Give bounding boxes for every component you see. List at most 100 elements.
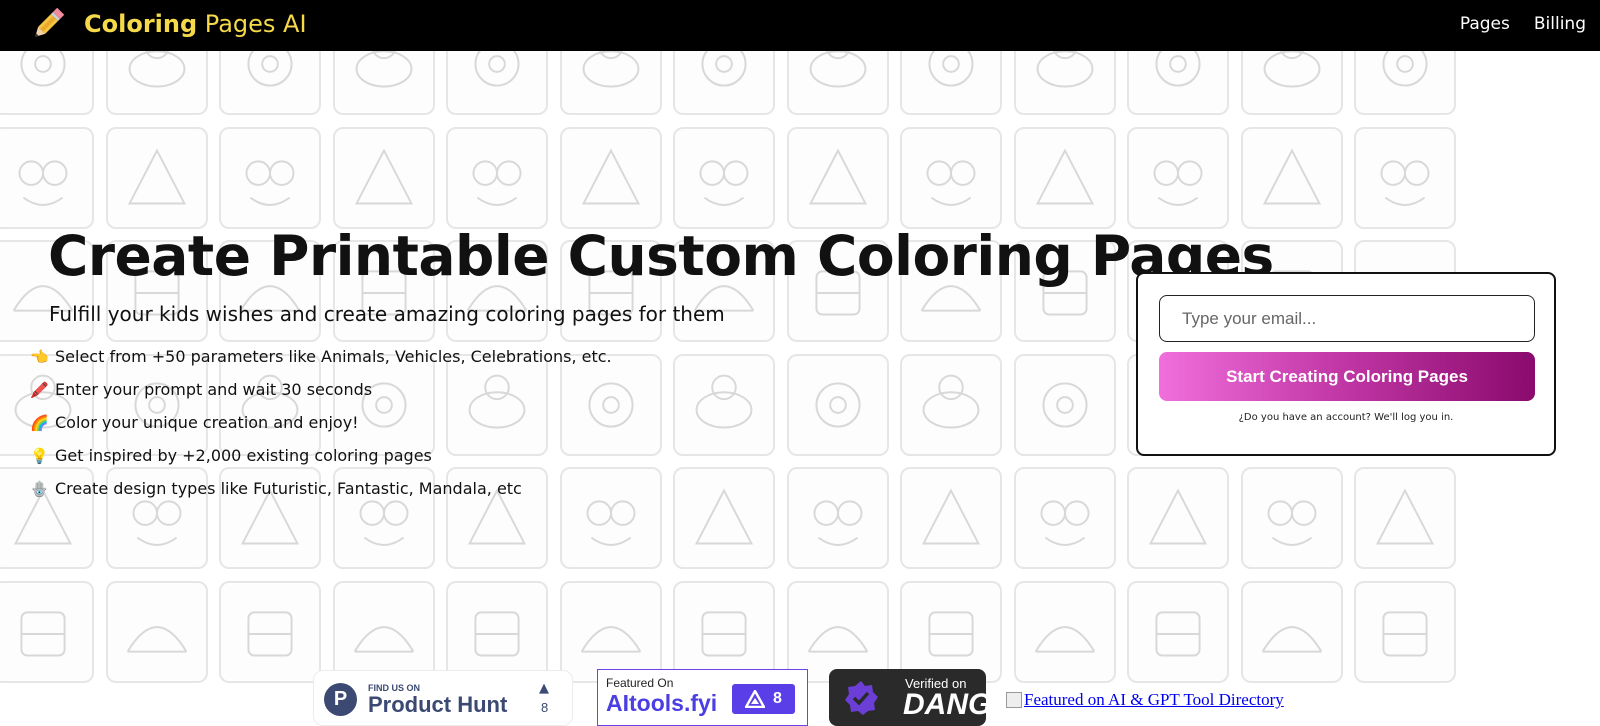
coloring-page-thumbnail	[786, 580, 889, 683]
line-art-illustration	[247, 610, 293, 656]
broken-image-icon	[1006, 692, 1022, 708]
brand-name[interactable]: Coloring Pages AI	[84, 10, 307, 38]
upvote-triangle-icon: ▲	[539, 681, 549, 696]
gpt-directory-badge: Featured on AI & GPT Tool Directory	[1006, 690, 1284, 710]
line-art-illustration	[18, 159, 68, 206]
line-art-illustration	[1263, 51, 1320, 88]
aitools-badge[interactable]: Featured On AItools.fyi 8	[597, 669, 808, 726]
coloring-page-thumbnail	[332, 51, 435, 115]
main-nav: Pages Billing	[1460, 14, 1586, 34]
product-hunt-badge[interactable]: P FIND US ON Product Hunt ▲ 8	[313, 670, 573, 726]
coloring-page-thumbnail	[105, 580, 208, 683]
feature-text: Color your unique creation and enjoy!	[55, 413, 359, 432]
coloring-page-thumbnail	[900, 126, 1002, 229]
coloring-page-thumbnail	[1127, 51, 1229, 115]
coloring-page-thumbnail	[786, 353, 889, 456]
coloring-page-thumbnail	[0, 126, 94, 229]
nav-link-billing[interactable]: Billing	[1534, 14, 1586, 34]
coloring-page-thumbnail	[1240, 126, 1343, 229]
line-art-illustration	[814, 381, 861, 428]
line-art-illustration	[474, 51, 520, 87]
line-art-illustration	[1262, 147, 1321, 204]
ornament-icon: 🪬	[30, 479, 49, 498]
coloring-page-thumbnail	[1127, 580, 1229, 683]
line-art-illustration	[20, 610, 66, 656]
brand-name-light: Pages AI	[204, 10, 307, 38]
line-art-illustration	[1153, 159, 1203, 206]
line-art-illustration	[1155, 610, 1201, 656]
line-art-illustration	[580, 625, 641, 653]
coloring-page-thumbnail	[105, 51, 208, 115]
line-art-illustration	[245, 159, 295, 206]
feature-item: 🪬 Create design types like Futuristic, F…	[30, 472, 612, 505]
coloring-page-thumbnail	[673, 51, 775, 115]
email-input[interactable]	[1159, 295, 1535, 342]
coloring-page-thumbnail	[1240, 51, 1343, 115]
feature-text: Get inspired by +2,000 existing coloring…	[55, 446, 432, 465]
line-art-illustration	[1041, 381, 1088, 428]
coloring-page-thumbnail	[1127, 467, 1229, 569]
coloring-page-thumbnail	[673, 580, 775, 683]
coloring-page-thumbnail	[673, 353, 775, 456]
coloring-page-thumbnail	[900, 467, 1002, 569]
coloring-page-thumbnail	[446, 580, 548, 683]
coloring-page-thumbnail	[1240, 467, 1343, 569]
coloring-page-thumbnail	[332, 126, 435, 229]
line-art-illustration	[926, 159, 976, 206]
line-art-illustration	[922, 374, 980, 429]
line-art-illustration	[928, 610, 974, 656]
coloring-page-thumbnail	[559, 51, 662, 115]
line-art-illustration	[581, 147, 640, 204]
coloring-page-thumbnail	[1013, 467, 1116, 569]
line-art-illustration	[1382, 51, 1428, 87]
line-art-illustration	[353, 625, 414, 653]
line-art-illustration	[1267, 500, 1316, 546]
line-art-illustration	[126, 625, 187, 653]
coloring-page-thumbnail	[332, 580, 435, 683]
line-art-illustration	[472, 159, 522, 206]
pointing-hand-icon: 👈	[30, 347, 49, 366]
line-art-illustration	[701, 610, 747, 656]
nav-link-pages[interactable]: Pages	[1460, 14, 1510, 34]
coloring-page-thumbnail	[219, 580, 321, 683]
coloring-page-thumbnail	[786, 126, 889, 229]
line-art-illustration	[1380, 159, 1430, 206]
line-art-illustration	[921, 488, 981, 545]
line-art-illustration	[1155, 51, 1201, 87]
feature-text: Create design types like Futuristic, Fan…	[55, 479, 522, 498]
line-art-illustration	[20, 51, 66, 87]
coloring-page-thumbnail	[1354, 467, 1456, 569]
feature-item: 🌈 Color your unique creation and enjoy!	[30, 406, 612, 439]
login-hint: ¿Do you have an account? We'll log you i…	[1238, 412, 1454, 423]
coloring-page-thumbnail	[786, 51, 889, 115]
line-art-illustration	[928, 51, 974, 87]
signup-card: Start Creating Coloring Pages ¿Do you ha…	[1136, 272, 1556, 456]
line-art-illustration	[695, 374, 753, 429]
line-art-illustration	[699, 159, 749, 206]
coloring-page-thumbnail	[900, 51, 1002, 115]
dang-verified-badge[interactable]: Verified on DANG!	[829, 669, 1001, 726]
start-creating-button[interactable]: Start Creating Coloring Pages	[1159, 352, 1535, 401]
coloring-page-thumbnail	[559, 580, 662, 683]
coloring-page-thumbnail	[786, 467, 889, 569]
line-art-illustration	[355, 51, 412, 88]
lightbulb-icon: 💡	[30, 446, 49, 465]
aitools-name: AItools.fyi	[606, 690, 718, 716]
line-art-illustration	[1035, 147, 1094, 204]
product-hunt-count: 8	[541, 700, 549, 715]
coloring-page-thumbnail	[900, 353, 1002, 456]
coloring-page-thumbnail	[673, 126, 775, 229]
aitools-featured-text: Featured On	[606, 676, 674, 690]
feature-item: 💡 Get inspired by +2,000 existing colori…	[30, 439, 612, 472]
gpt-directory-link[interactable]: Featured on AI & GPT Tool Directory	[1024, 690, 1284, 710]
brand-name-bold: Coloring	[84, 10, 198, 38]
product-hunt-logo-icon: P	[324, 683, 357, 716]
line-art-illustration	[701, 51, 747, 87]
coloring-page-thumbnail	[219, 126, 321, 229]
line-art-illustration	[247, 51, 293, 87]
aitools-triangle-icon	[745, 690, 766, 708]
rainbow-icon: 🌈	[30, 413, 49, 432]
line-art-illustration	[808, 147, 867, 204]
line-art-illustration	[813, 500, 862, 546]
pencil-icon[interactable]	[28, 4, 68, 44]
